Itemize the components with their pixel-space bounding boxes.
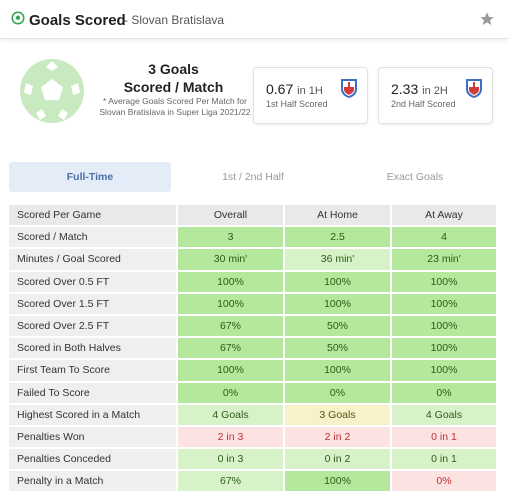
row-label: Penalties Won	[9, 426, 176, 448]
table-row: Scored Over 0.5 FT 100% 100% 100%	[9, 271, 496, 293]
tab-first-second-half[interactable]: 1st / 2nd Half	[172, 162, 334, 192]
overall-value: 100%	[178, 360, 283, 381]
home-value: 100%	[285, 293, 390, 314]
first-half-value: 0.67	[266, 81, 294, 97]
overall-value: 100%	[178, 293, 283, 314]
table-row: Highest Scored in a Match 4 Goals 3 Goal…	[9, 404, 496, 426]
overall-value: 0 in 3	[178, 449, 283, 470]
average-goals: 3 Goals Scored / Match	[96, 60, 251, 96]
second-half-label: 2nd Half Scored	[391, 99, 456, 109]
column-header-away: At Away	[392, 205, 496, 226]
away-value: 0 in 1	[392, 449, 496, 470]
first-half-unit: in 1H	[297, 85, 323, 97]
widget-title: Goals Scored	[29, 12, 126, 29]
goals-stats-table: Scored Per Game Overall At Home At Away …	[9, 204, 496, 492]
home-value: 100%	[285, 360, 390, 381]
row-label: Failed To Score	[9, 382, 176, 403]
away-value: 0%	[392, 382, 496, 403]
first-half-card: 0.67 in 1H 1st Half Scored	[253, 67, 368, 124]
soccer-ball-icon	[11, 11, 25, 25]
team-crest-icon	[466, 79, 482, 98]
second-half-value: 2.33	[391, 81, 419, 97]
summary-section: 3 Goals Scored / Match * Average Goals S…	[0, 40, 509, 140]
row-label: Scored Over 1.5 FT	[9, 293, 176, 314]
overall-value: 67%	[178, 338, 283, 359]
widget-header: Goals Scored - Slovan Bratislava	[0, 0, 509, 39]
large-soccer-ball-icon	[20, 59, 84, 123]
overall-value: 100%	[178, 271, 283, 292]
table-row: First Team To Score 100% 100% 100%	[9, 359, 496, 381]
first-half-value-line: 0.67 in 1H	[266, 81, 323, 97]
home-value: 36 min'	[285, 249, 390, 270]
away-value: 100%	[392, 293, 496, 314]
overall-value: 4 Goals	[178, 404, 283, 425]
tab-exact-goals[interactable]: Exact Goals	[334, 162, 496, 192]
second-half-card: 2.33 in 2H 2nd Half Scored	[378, 67, 493, 124]
column-header-home: At Home	[285, 205, 390, 226]
row-label: First Team To Score	[9, 360, 176, 381]
home-value: 3 Goals	[285, 404, 390, 425]
row-label: Minutes / Goal Scored	[9, 249, 176, 270]
table-row: Penalties Won 2 in 3 2 in 2 0 in 1	[9, 426, 496, 448]
away-value: 23 min'	[392, 249, 496, 270]
table-row: Scored / Match 3 2.5 4	[9, 226, 496, 248]
team-name: - Slovan Bratislava	[124, 13, 225, 27]
overall-value: 2 in 3	[178, 426, 283, 448]
home-value: 100%	[285, 471, 390, 492]
away-value: 100%	[392, 315, 496, 337]
table-row: Scored Over 2.5 FT 67% 50% 100%	[9, 315, 496, 337]
home-value: 50%	[285, 338, 390, 359]
away-value: 4	[392, 227, 496, 248]
table-row: Scored Over 1.5 FT 100% 100% 100%	[9, 293, 496, 315]
overall-value: 67%	[178, 471, 283, 492]
overall-value: 3	[178, 227, 283, 248]
away-value: 100%	[392, 360, 496, 381]
home-value: 2 in 2	[285, 426, 390, 448]
table-row: Scored in Both Halves 67% 50% 100%	[9, 337, 496, 359]
second-half-value-line: 2.33 in 2H	[391, 81, 448, 97]
row-label: Scored Over 2.5 FT	[9, 315, 176, 337]
home-value: 100%	[285, 271, 390, 292]
table-header-row: Scored Per Game Overall At Home At Away	[9, 204, 496, 226]
team-crest-icon	[341, 79, 357, 98]
column-header-stat: Scored Per Game	[9, 205, 176, 226]
home-value: 0%	[285, 382, 390, 403]
overall-value: 0%	[178, 382, 283, 403]
away-value: 100%	[392, 271, 496, 292]
row-label: Scored Over 0.5 FT	[9, 271, 176, 292]
away-value: 4 Goals	[392, 404, 496, 425]
average-goals-note: * Average Goals Scored Per Match for Slo…	[99, 96, 251, 117]
row-label: Highest Scored in a Match	[9, 404, 176, 425]
row-label: Penalty in a Match	[9, 471, 176, 492]
average-goals-value: 3 Goals	[148, 61, 199, 77]
table-row: Failed To Score 0% 0% 0%	[9, 382, 496, 404]
overall-value: 67%	[178, 315, 283, 337]
table-row: Penalty in a Match 67% 100% 0%	[9, 470, 496, 492]
away-value: 0%	[392, 471, 496, 492]
row-label: Scored in Both Halves	[9, 338, 176, 359]
column-header-overall: Overall	[178, 205, 283, 226]
row-label: Penalties Conceded	[9, 449, 176, 470]
favorite-star-icon[interactable]	[479, 11, 495, 27]
first-half-label: 1st Half Scored	[266, 99, 328, 109]
row-label: Scored / Match	[9, 227, 176, 248]
tab-full-time[interactable]: Full-Time	[9, 162, 171, 192]
home-value: 2.5	[285, 227, 390, 248]
away-value: 0 in 1	[392, 426, 496, 448]
home-value: 50%	[285, 315, 390, 337]
table-row: Minutes / Goal Scored 30 min' 36 min' 23…	[9, 248, 496, 270]
home-value: 0 in 2	[285, 449, 390, 470]
overall-value: 30 min'	[178, 249, 283, 270]
table-row: Penalties Conceded 0 in 3 0 in 2 0 in 1	[9, 448, 496, 470]
second-half-unit: in 2H	[422, 85, 448, 97]
view-tabs: Full-Time 1st / 2nd Half Exact Goals	[9, 162, 496, 192]
away-value: 100%	[392, 338, 496, 359]
average-goals-label: Scored / Match	[123, 79, 224, 95]
